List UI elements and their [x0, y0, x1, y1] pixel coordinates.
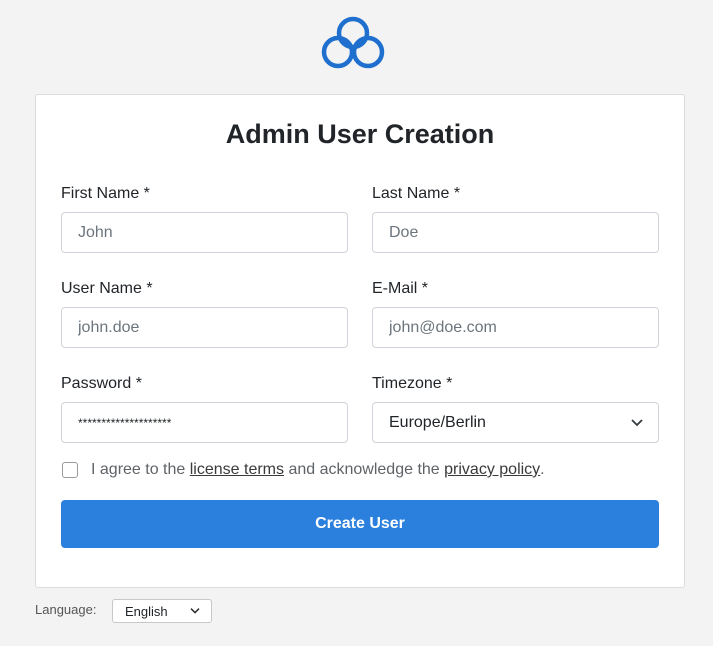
language-select[interactable]: English — [112, 599, 212, 623]
agreement-row: I agree to the license terms and acknowl… — [62, 461, 545, 479]
agree-checkbox[interactable] — [62, 462, 78, 478]
create-user-button[interactable]: Create User — [61, 500, 659, 548]
agree-prefix: I agree to the — [91, 461, 186, 478]
agree-middle: and acknowledge the — [288, 461, 440, 478]
language-label: Language: — [35, 602, 97, 617]
chevron-down-icon — [190, 608, 200, 614]
email-label: E-Mail * — [372, 280, 429, 297]
user-name-input[interactable] — [61, 307, 348, 348]
timezone-value: Europe/Berlin — [389, 413, 486, 431]
first-name-label: First Name * — [61, 185, 150, 202]
email-input[interactable] — [372, 307, 659, 348]
privacy-policy-link[interactable]: privacy policy — [444, 461, 540, 479]
first-name-input[interactable] — [61, 212, 348, 253]
page: Admin User Creation First Name * Last Na… — [0, 0, 713, 646]
form-title: Admin User Creation — [225, 119, 495, 149]
password-label: Password * — [61, 375, 142, 392]
chevron-down-icon — [631, 418, 643, 426]
last-name-input[interactable] — [372, 212, 659, 253]
user-name-label: User Name * — [61, 280, 153, 297]
language-value: English — [125, 603, 168, 619]
cloud-logo-icon — [321, 16, 385, 69]
admin-user-form-card: Admin User Creation First Name * Last Na… — [35, 94, 685, 588]
license-terms-link[interactable]: license terms — [190, 461, 284, 479]
timezone-select[interactable]: Europe/Berlin — [372, 402, 659, 443]
agree-suffix: . — [540, 461, 545, 478]
timezone-label: Timezone * — [372, 375, 453, 392]
password-input[interactable] — [61, 402, 348, 443]
last-name-label: Last Name * — [372, 185, 461, 202]
